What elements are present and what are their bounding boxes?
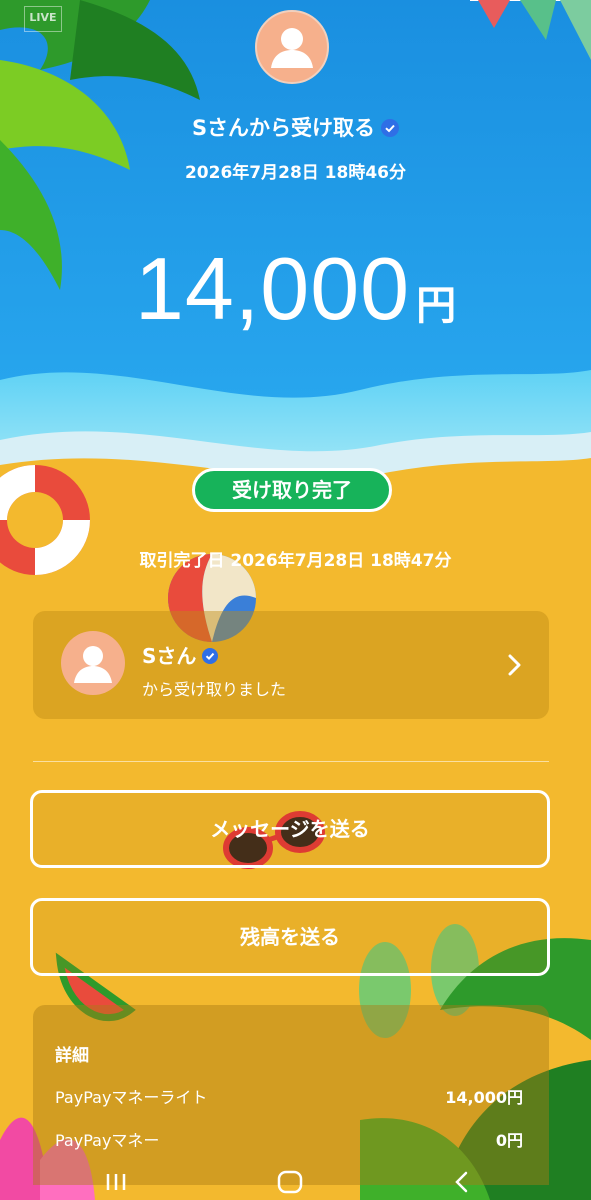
nav-home-icon[interactable] — [276, 1170, 304, 1194]
sender-card-avatar — [61, 631, 125, 695]
avatar-person-icon — [74, 646, 112, 683]
sender-subtitle: から受け取りました — [142, 680, 287, 699]
detail-value: 14,000円 — [445, 1088, 523, 1107]
nav-back-icon[interactable] — [452, 1170, 472, 1194]
detail-label: PayPayマネー — [55, 1131, 160, 1150]
completed-date: 取引完了日 2026年7月28日 18時47分 — [139, 551, 452, 571]
live-indicator: LIVE — [24, 6, 62, 32]
status-badge: 受け取り完了 — [192, 468, 392, 512]
sender-name: Sさん — [142, 640, 219, 669]
sender-avatar — [255, 10, 329, 84]
amount-value: 14,000 — [134, 239, 411, 338]
detail-value: 0円 — [495, 1131, 523, 1150]
send-balance-button[interactable]: 残高を送る — [30, 898, 550, 976]
sender-name-text: Sさん — [142, 644, 197, 668]
system-nav-bar — [0, 1160, 591, 1200]
transaction-datetime: 2026年7月28日 18時46分 — [184, 163, 407, 183]
detail-label: PayPayマネーライト — [55, 1088, 208, 1107]
title-text: Sさんから受け取る — [191, 116, 376, 140]
page-title: Sさんから受け取る — [0, 112, 591, 142]
verified-check-icon — [381, 118, 400, 137]
chevron-right-icon[interactable] — [505, 652, 525, 678]
details-title: 詳細 — [55, 1046, 89, 1066]
amount-display: 14,000 円 — [0, 238, 591, 340]
send-message-button[interactable]: メッセージを送る — [30, 790, 550, 868]
verified-check-icon — [202, 645, 219, 664]
divider — [33, 761, 549, 762]
avatar-person-icon — [271, 28, 313, 68]
nav-recent-icon[interactable] — [104, 1172, 128, 1192]
amount-unit: 円 — [416, 283, 457, 329]
